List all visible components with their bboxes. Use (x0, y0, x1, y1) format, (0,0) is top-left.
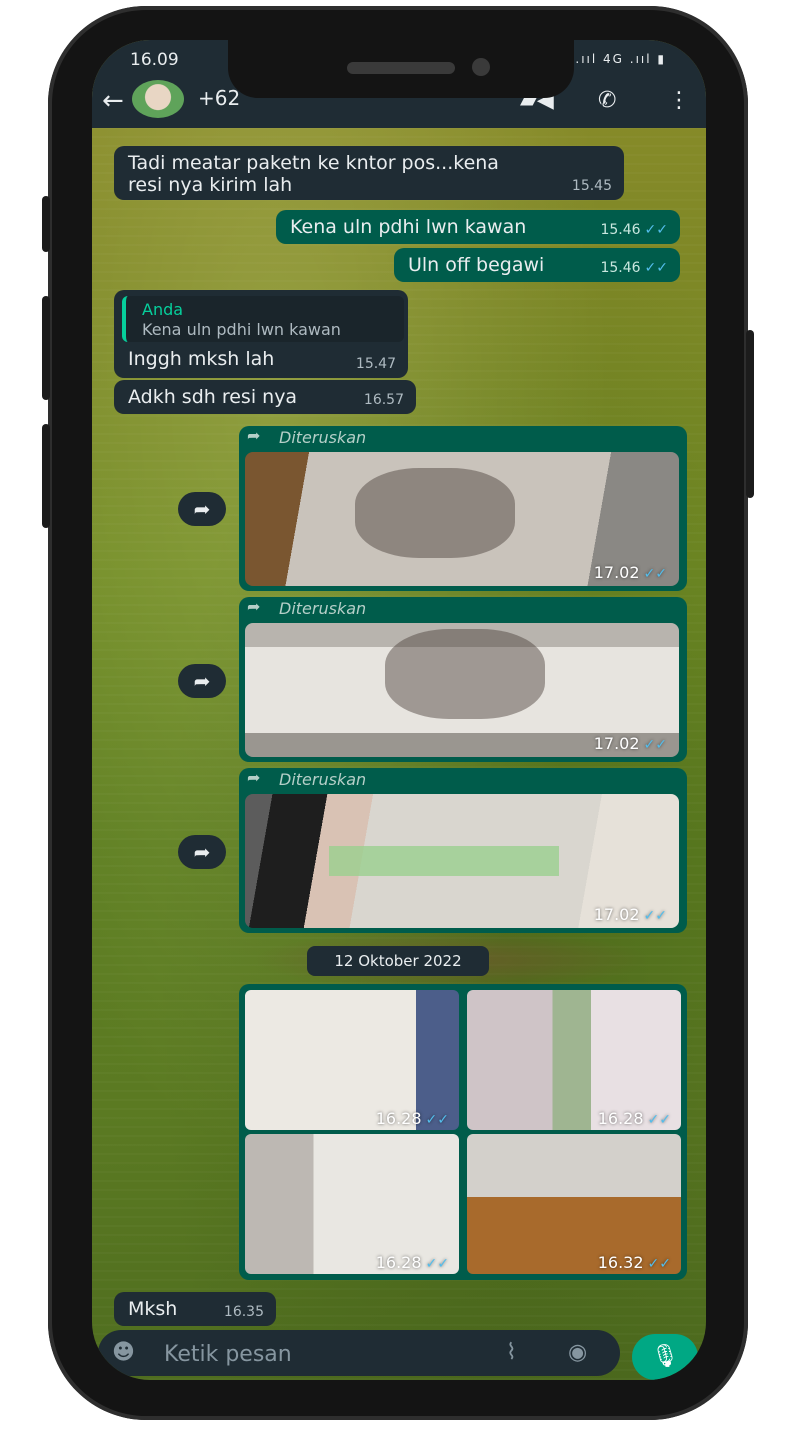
message-time: 16.57 (363, 392, 404, 408)
message-time: 17.02 (593, 563, 640, 582)
status-time: 16.09 (130, 50, 179, 70)
read-ticks-icon: ✓✓ (643, 908, 667, 924)
read-ticks-icon: ✓✓ (644, 222, 668, 238)
forwarded-photo-message[interactable]: ➦ Diteruskan 17.02 ✓✓ (239, 597, 687, 762)
message-text: Uln off begawi (408, 254, 545, 276)
side-button (42, 424, 50, 528)
message-time: 15.47 (355, 356, 396, 372)
photo-customs-form[interactable]: 17.02 ✓✓ (245, 623, 679, 757)
read-ticks-icon: ✓✓ (647, 1256, 671, 1272)
message-text: Kena uln pdhi lwn kawan (290, 216, 527, 238)
photo-album[interactable]: 16.28 ✓✓ 16.28 ✓✓ 16.28 ✓✓ 16.32 ✓✓ (239, 984, 687, 1280)
quote-text: Kena uln pdhi lwn kawan (142, 320, 341, 339)
back-arrow-icon[interactable]: ← (102, 86, 124, 116)
message-bubble-incoming[interactable]: Adkh sdh resi nya 16.57 (114, 380, 416, 414)
message-line: resi nya kirim lah (128, 174, 293, 196)
voice-call-icon[interactable]: ✆ (598, 88, 616, 113)
mic-button[interactable]: 🎙 (632, 1334, 698, 1380)
message-meta: 16.28 ✓✓ (598, 1109, 671, 1128)
forwarded-label: Diteruskan (279, 428, 367, 447)
message-time: 15.45 (571, 178, 612, 194)
forwarded-label: Diteruskan (279, 770, 367, 789)
camera-icon[interactable]: ◉ (568, 1340, 587, 1365)
message-line: Tadi meatar paketn ke kntor pos...kena (128, 152, 499, 174)
message-composer: ☻ ⌇ ◉ (98, 1330, 620, 1376)
message-time: 16.28 (375, 1253, 422, 1272)
message-bubble-incoming[interactable]: Tadi meatar paketn ke kntor pos...kena r… (114, 146, 624, 200)
message-text: Inggh mksh lah (128, 348, 275, 370)
message-text: Adkh sdh resi nya (128, 386, 298, 408)
message-meta: 16.28 ✓✓ (376, 1109, 449, 1128)
message-meta: 15.46 ✓✓ (600, 222, 668, 238)
album-photo[interactable]: 16.32 ✓✓ (467, 1134, 681, 1274)
message-meta: 16.28 ✓✓ (376, 1253, 449, 1272)
message-time: 16.28 (597, 1109, 644, 1128)
message-time: 16.28 (375, 1109, 422, 1128)
message-meta: 17.02 ✓✓ (594, 563, 667, 582)
forwarded-photo-message[interactable]: ➦ Diteruskan 17.02 ✓✓ (239, 768, 687, 933)
volume-up-button (42, 196, 50, 252)
message-time: 16.35 (223, 1304, 264, 1320)
album-photo[interactable]: 16.28 ✓✓ (467, 990, 681, 1130)
read-ticks-icon: ✓✓ (647, 1112, 671, 1128)
volume-down-button (42, 296, 50, 400)
forward-button[interactable]: ➦ (178, 835, 226, 869)
read-ticks-icon: ✓✓ (425, 1112, 449, 1128)
read-ticks-icon: ✓✓ (425, 1256, 449, 1272)
photo-shadow (355, 468, 515, 558)
power-button (746, 330, 754, 498)
attach-icon[interactable]: ⌇ (506, 1340, 517, 1365)
message-bubble-reply[interactable]: Anda Kena uln pdhi lwn kawan Inggh mksh … (114, 290, 408, 378)
message-meta: 17.02 ✓✓ (594, 734, 667, 753)
read-ticks-icon: ✓✓ (644, 260, 668, 276)
photo-shipping-label[interactable]: 17.02 ✓✓ (245, 794, 679, 928)
message-time: 15.46 (600, 260, 641, 276)
message-time: 17.02 (593, 734, 640, 753)
message-meta: 16.32 ✓✓ (598, 1253, 671, 1272)
message-text: Mksh (128, 1298, 178, 1320)
message-bubble-incoming[interactable]: Mksh 16.35 (114, 1292, 276, 1326)
quote-author: Anda (142, 300, 184, 319)
contact-name[interactable]: +62 (198, 86, 240, 110)
album-photo[interactable]: 16.28 ✓✓ (245, 1134, 459, 1274)
forwarded-icon: ➦ (247, 768, 261, 787)
message-bubble-outgoing[interactable]: Kena uln pdhi lwn kawan 15.46 ✓✓ (276, 210, 680, 244)
avatar[interactable] (132, 80, 184, 118)
album-photo[interactable]: 16.28 ✓✓ (245, 990, 459, 1130)
message-time: 15.46 (600, 222, 641, 238)
forwarded-label: Diteruskan (279, 599, 367, 618)
photo-shadow (385, 629, 545, 719)
chat-screen: 16.09 ▣ .ııl 4G .ııl ▮ ← +62 ▰◀ ✆ ⋮ Tadi… (92, 40, 706, 1380)
forward-button[interactable]: ➦ (178, 492, 226, 526)
photo-receipt[interactable]: 17.02 ✓✓ (245, 452, 679, 586)
forwarded-photo-message[interactable]: ➦ Diteruskan 17.02 ✓✓ (239, 426, 687, 591)
speaker (347, 62, 455, 74)
forwarded-icon: ➦ (247, 597, 261, 616)
read-ticks-icon: ✓✓ (643, 566, 667, 582)
message-meta: 15.46 ✓✓ (600, 260, 668, 276)
date-separator: 12 Oktober 2022 (307, 946, 489, 976)
quoted-message[interactable]: Anda Kena uln pdhi lwn kawan (122, 296, 404, 342)
forwarded-icon: ➦ (247, 426, 261, 445)
forward-button[interactable]: ➦ (178, 664, 226, 698)
message-time: 16.32 (597, 1253, 644, 1272)
read-ticks-icon: ✓✓ (643, 737, 667, 753)
emoji-icon[interactable]: ☻ (112, 1340, 135, 1365)
message-bubble-outgoing[interactable]: Uln off begawi 15.46 ✓✓ (394, 248, 680, 282)
menu-icon[interactable]: ⋮ (668, 88, 690, 113)
message-text: Tadi meatar paketn ke kntor pos...kena r… (128, 152, 499, 196)
front-camera (472, 58, 490, 76)
message-time: 17.02 (593, 905, 640, 924)
message-input[interactable] (162, 1336, 496, 1372)
message-meta: 17.02 ✓✓ (594, 905, 667, 924)
